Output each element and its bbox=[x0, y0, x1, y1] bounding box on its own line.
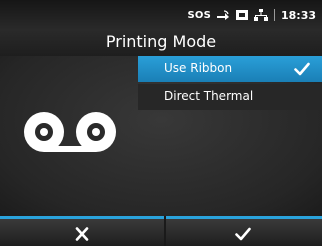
card-icon bbox=[235, 10, 248, 20]
content-area: Use Ribbon Direct Thermal bbox=[0, 56, 322, 216]
page-title: Printing Mode bbox=[105, 32, 217, 51]
confirm-button[interactable] bbox=[166, 216, 322, 246]
network-icon bbox=[253, 9, 268, 21]
printer-lcd-screen: SOS 18:33 Printing Mode Use Ribbon Direc… bbox=[0, 0, 322, 246]
option-label: Use Ribbon bbox=[164, 61, 233, 75]
status-separator bbox=[273, 9, 275, 21]
check-icon bbox=[235, 227, 251, 241]
option-label: Direct Thermal bbox=[164, 89, 254, 103]
signal-transfer-icon bbox=[216, 10, 229, 20]
ribbon-icon bbox=[24, 112, 116, 152]
check-icon bbox=[294, 62, 310, 76]
option-direct-thermal[interactable]: Direct Thermal bbox=[138, 84, 322, 110]
status-bar: SOS 18:33 bbox=[0, 0, 322, 30]
status-items: SOS 18:33 bbox=[187, 6, 316, 24]
close-icon bbox=[75, 227, 89, 241]
sos-indicator: SOS bbox=[187, 9, 211, 21]
printing-mode-options: Use Ribbon Direct Thermal bbox=[138, 56, 322, 112]
title-bar: Printing Mode bbox=[0, 30, 322, 56]
cancel-button[interactable] bbox=[0, 216, 164, 246]
option-use-ribbon[interactable]: Use Ribbon bbox=[138, 56, 322, 82]
clock: 18:33 bbox=[280, 8, 316, 22]
footer-bar bbox=[0, 216, 322, 246]
